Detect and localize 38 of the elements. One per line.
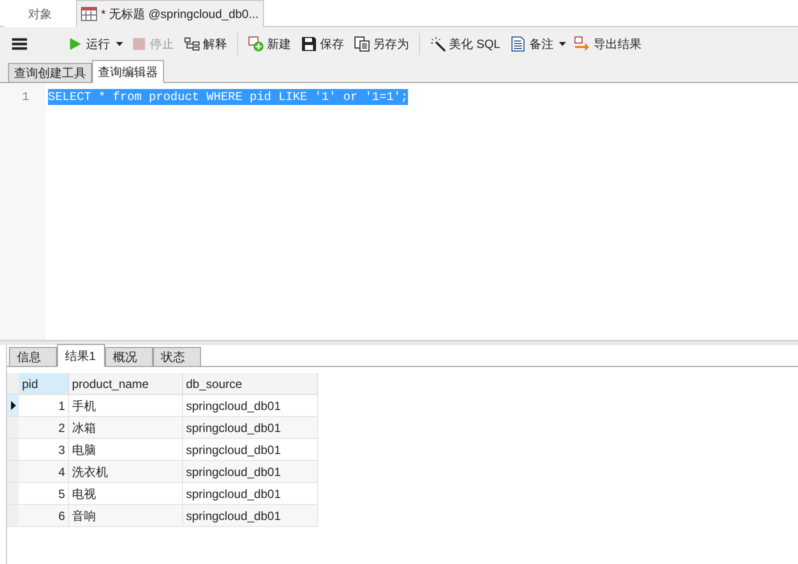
table-cell: 6 [19, 505, 69, 527]
result-tab[interactable]: 状态 [153, 347, 201, 367]
menu-icon[interactable] [12, 38, 27, 50]
explain-icon [184, 36, 200, 52]
document-icon [510, 36, 526, 52]
new-query-icon [248, 36, 264, 52]
column-header[interactable]: product_name [69, 373, 183, 395]
toolbar-button[interactable]: 新建 [246, 34, 293, 52]
caret-icon[interactable] [559, 42, 566, 46]
magic-wand-icon [430, 36, 446, 52]
table-icon [81, 7, 97, 21]
save-as-icon [354, 36, 370, 52]
toolbar-button[interactable]: 导出结果 [572, 34, 644, 52]
table-cell: 音响 [69, 505, 183, 527]
caret-icon[interactable] [116, 42, 123, 46]
result-tab[interactable]: 结果1 [57, 344, 105, 367]
toolbar-button[interactable]: 备注 [508, 34, 556, 52]
toolbar-button[interactable]: 另存为 [352, 34, 411, 52]
line-number: 1 [21, 89, 30, 105]
stop-icon [131, 36, 147, 52]
column-header[interactable]: pid [19, 373, 69, 395]
header-corner [7, 373, 19, 395]
result-tab[interactable]: 信息 [9, 347, 57, 367]
toolbar-button[interactable]: 解释 [182, 34, 229, 52]
editor-tab[interactable]: 查询创建工具 [8, 63, 92, 83]
result-tab[interactable]: 概况 [105, 347, 153, 367]
current-row-icon [10, 401, 16, 410]
column-header[interactable]: db_source [183, 373, 318, 395]
document-tab[interactable]: * 无标题 @springcloud_db0... [76, 0, 264, 27]
play-icon [67, 36, 83, 52]
save-icon [301, 36, 317, 52]
toolbar-button[interactable]: 美化 SQL [428, 34, 502, 52]
export-icon [574, 36, 590, 52]
editor-tab[interactable]: 查询编辑器 [92, 60, 164, 83]
table-cell: springcloud_db01 [183, 505, 318, 527]
toolbar-button[interactable]: 保存 [299, 34, 346, 52]
row-indicator[interactable] [7, 395, 19, 417]
toolbar-button[interactable]: 运行 [65, 34, 112, 52]
